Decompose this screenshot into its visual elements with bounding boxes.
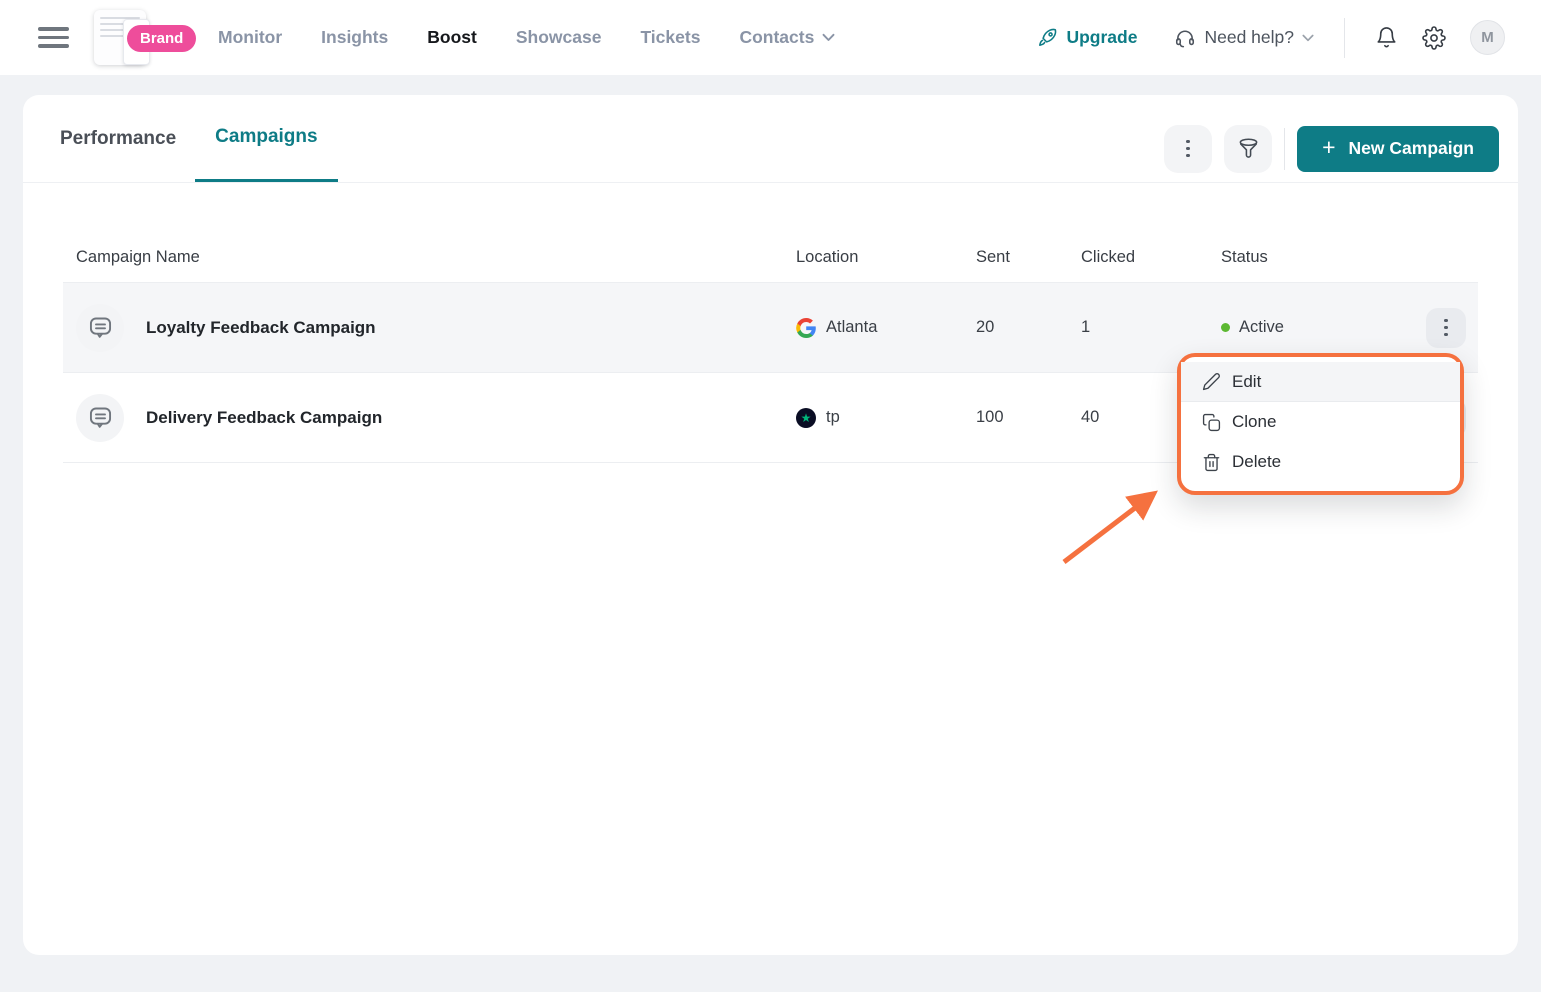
chat-bubble-icon [87,314,114,341]
gear-icon [1422,26,1446,50]
campaign-name: Loyalty Feedback Campaign [146,318,376,338]
nav-item-monitor[interactable]: Monitor [218,27,282,48]
location-name: tp [826,408,840,427]
more-options-button[interactable] [1164,125,1212,173]
plus-icon: + [1322,136,1335,159]
filter-button[interactable] [1224,125,1272,173]
campaign-name: Delivery Feedback Campaign [146,408,382,428]
nav-item-tickets[interactable]: Tickets [640,27,700,48]
nav-item-insights[interactable]: Insights [321,27,388,48]
kebab-icon [1186,140,1190,158]
chevron-down-icon [822,33,835,42]
sent-count: 100 [963,408,1068,427]
tab-performance[interactable]: Performance [60,95,176,182]
location-name: Atlanta [826,318,877,337]
header-actions: + New Campaign [1164,115,1499,182]
column-header-clicked: Clicked [1068,248,1208,267]
menu-item-label: Edit [1232,372,1261,392]
settings-button[interactable] [1422,26,1446,50]
card-header: Performance Campaigns + New Campaign [23,95,1518,183]
bell-icon [1375,26,1398,49]
upgrade-label: Upgrade [1066,27,1137,48]
brand-badge: Brand [127,25,196,52]
tab-campaigns[interactable]: Campaigns [195,95,337,182]
trustpilot-icon: ★ [796,408,816,428]
menu-item-label: Clone [1232,412,1276,432]
menu-item-label: Delete [1232,452,1281,472]
top-navbar: Brand Monitor Insights Boost Showcase Ti… [0,0,1541,75]
headset-icon [1174,27,1196,49]
navbar-divider [1344,18,1345,58]
chevron-down-icon [1302,34,1314,42]
campaign-chat-icon-wrap [76,304,124,352]
hamburger-menu-icon[interactable] [38,27,69,48]
status-dot [1221,323,1230,332]
need-help-label: Need help? [1204,27,1294,48]
page-background: Performance Campaigns + New Campaign [0,75,1541,992]
actions-divider [1284,128,1285,170]
menu-item-edit[interactable]: Edit [1181,362,1460,402]
need-help-button[interactable]: Need help? [1174,27,1314,49]
column-header-status: Status [1208,248,1413,267]
user-avatar[interactable]: M [1470,20,1505,55]
status-label: Active [1239,318,1284,337]
column-header-location: Location [783,248,963,267]
row-actions-button[interactable] [1426,308,1466,348]
app-logo[interactable]: Brand [94,7,186,69]
nav-item-contacts-label: Contacts [739,27,814,48]
menu-item-delete[interactable]: Delete [1181,442,1460,482]
new-campaign-button[interactable]: + New Campaign [1297,126,1499,172]
pencil-icon [1202,372,1221,391]
nav-item-showcase[interactable]: Showcase [516,27,602,48]
new-campaign-label: New Campaign [1349,138,1474,159]
upgrade-button[interactable]: Upgrade [1037,27,1137,48]
row-context-menu: Edit Clone Delete [1177,353,1464,495]
campaign-chat-icon-wrap [76,394,124,442]
column-header-sent: Sent [963,248,1068,267]
sent-count: 20 [963,318,1068,337]
google-icon [796,318,816,338]
trash-icon [1202,453,1221,472]
kebab-icon [1444,319,1448,337]
copy-icon [1202,413,1221,432]
column-header-campaign-name: Campaign Name [63,248,783,267]
main-nav: Monitor Insights Boost Showcase Tickets … [218,27,835,48]
campaigns-card: Performance Campaigns + New Campaign [23,95,1518,955]
notifications-button[interactable] [1375,26,1398,49]
menu-item-clone[interactable]: Clone [1181,402,1460,442]
nav-item-boost[interactable]: Boost [427,27,477,48]
table-header-row: Campaign Name Location Sent Clicked Stat… [63,233,1478,283]
clicked-count: 1 [1068,318,1208,337]
nav-item-contacts[interactable]: Contacts [739,27,835,48]
chat-bubble-icon [87,404,114,431]
funnel-icon [1236,136,1261,161]
rocket-icon [1037,27,1058,48]
tab-bar: Performance Campaigns [60,95,338,182]
